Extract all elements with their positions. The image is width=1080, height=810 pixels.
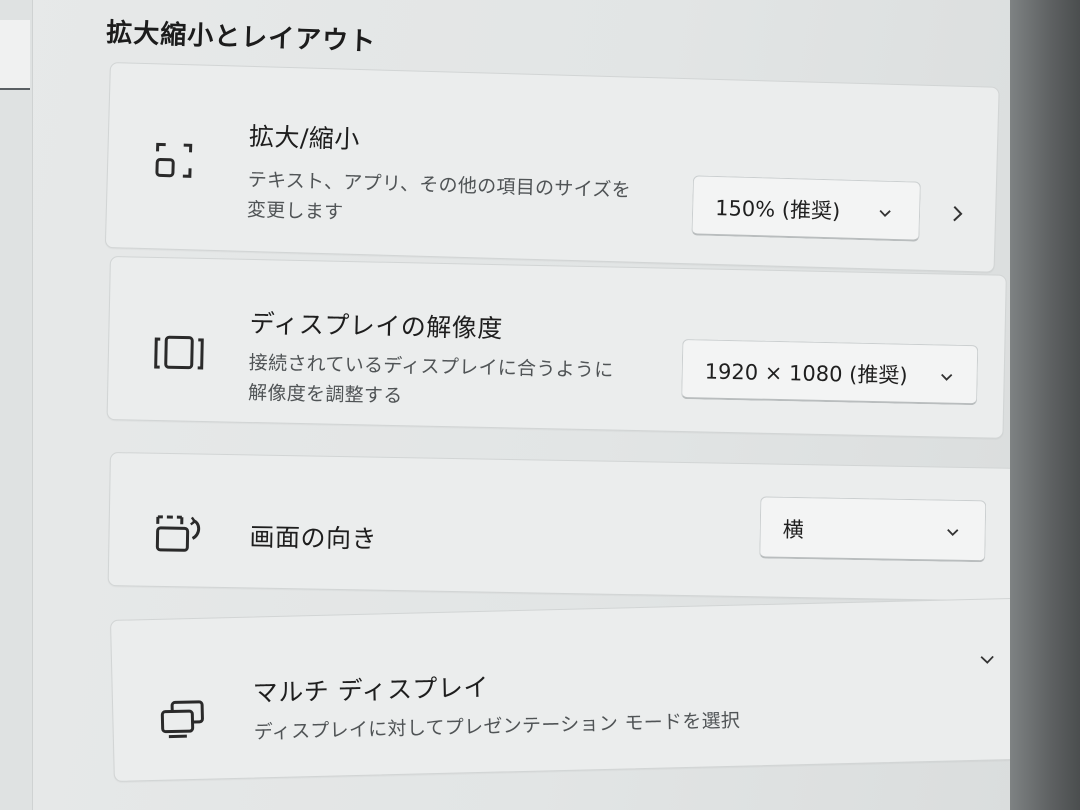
rotate-icon — [154, 514, 207, 559]
chevron-down-icon — [879, 204, 891, 217]
scale-icon — [153, 139, 196, 186]
chevron-down-icon[interactable] — [980, 649, 994, 664]
resolution-dropdown-value: 1920 × 1080 (推奨) — [704, 359, 908, 388]
chevron-down-icon — [947, 523, 959, 536]
orientation-title: 画面の向き — [249, 522, 378, 554]
multi-display-title: マルチ ディスプレイ — [252, 672, 490, 708]
monitor-bezel — [1010, 0, 1080, 810]
scale-dropdown-value: 150% (推奨) — [714, 195, 841, 224]
section-title: 拡大縮小とレイアウト — [105, 17, 377, 58]
resolution-description: 接続されているディスプレイに合うように 解像度を調整する — [248, 348, 614, 416]
resolution-card[interactable]: ディスプレイの解像度 接続されているディスプレイに合うように 解像度を調整する … — [106, 256, 1007, 439]
orientation-dropdown-value: 横 — [782, 517, 804, 543]
scale-title: 拡大/縮小 — [248, 121, 361, 155]
search-box[interactable] — [0, 20, 30, 90]
orientation-dropdown[interactable]: 横 — [759, 496, 987, 563]
display-settings-content: 拡大縮小とレイアウト 拡大/縮小 テキスト、アプリ、その他の項目のサイズを 変更… — [104, 0, 1030, 810]
chevron-down-icon — [941, 367, 953, 381]
multi-display-icon — [158, 699, 207, 744]
navigation-pane — [0, 0, 33, 810]
multi-display-description: ディスプレイに対してプレゼンテーション モードを選択 — [253, 709, 741, 744]
chevron-right-icon[interactable] — [952, 205, 967, 225]
settings-window: 拡大縮小とレイアウト 拡大/縮小 テキスト、アプリ、その他の項目のサイズを 変更… — [0, 0, 1080, 810]
resolution-title: ディスプレイの解像度 — [249, 308, 504, 344]
scale-description: テキスト、アプリ、その他の項目のサイズを 変更します — [247, 165, 632, 236]
resolution-dropdown[interactable]: 1920 × 1080 (推奨) — [681, 339, 979, 406]
scale-card[interactable]: 拡大/縮小 テキスト、アプリ、その他の項目のサイズを 変更します 150% (推… — [104, 62, 1000, 273]
orientation-card[interactable]: 画面の向き 横 — [107, 452, 1017, 602]
scale-dropdown[interactable]: 150% (推奨) — [691, 175, 921, 242]
multi-display-card[interactable]: マルチ ディスプレイ ディスプレイに対してプレゼンテーション モードを選択 — [110, 597, 1028, 782]
resolution-icon — [153, 333, 204, 378]
